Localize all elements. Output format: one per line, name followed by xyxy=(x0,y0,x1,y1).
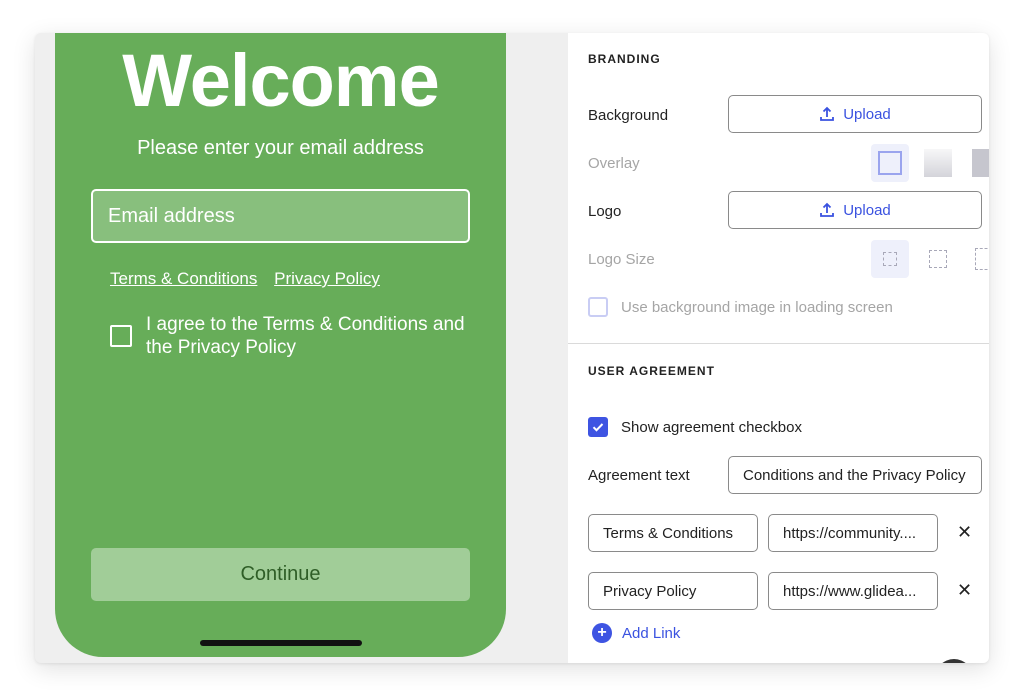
loading-screen-checkbox[interactable] xyxy=(588,297,608,317)
checkmark-icon xyxy=(592,423,604,432)
settings-panel: BRANDING Background Upload Overlay Logo … xyxy=(568,33,989,663)
link-title-field[interactable]: Terms & Conditions xyxy=(588,514,758,552)
email-input[interactable] xyxy=(91,189,470,243)
logo-size-large-option[interactable] xyxy=(967,240,989,278)
link-title-field[interactable]: Privacy Policy xyxy=(588,572,758,610)
user-agreement-section-title: USER AGREEMENT xyxy=(588,364,715,378)
phone-preview: Welcome Please enter your email address … xyxy=(55,33,506,657)
link-url-field[interactable]: https://www.glidea... xyxy=(768,572,938,610)
welcome-title: Welcome xyxy=(122,39,440,122)
remove-link-icon[interactable]: ✕ xyxy=(957,580,972,601)
welcome-subtitle: Please enter your email address xyxy=(137,137,424,159)
show-agreement-checkbox[interactable] xyxy=(588,417,608,437)
upload-icon xyxy=(820,202,835,217)
background-label: Background xyxy=(588,107,669,124)
add-link-button[interactable]: + Add Link xyxy=(592,623,680,643)
upload-icon xyxy=(820,106,835,121)
loading-screen-option[interactable]: Use background image in loading screen xyxy=(588,297,893,317)
agreement-checkbox[interactable] xyxy=(110,325,132,347)
link-url-field[interactable]: https://community.... xyxy=(768,514,938,552)
logo-size-medium-option[interactable] xyxy=(919,240,957,278)
continue-button[interactable]: Continue xyxy=(91,548,470,601)
show-agreement-label: Show agreement checkbox xyxy=(621,418,802,436)
terms-link[interactable]: Terms & Conditions xyxy=(110,269,257,288)
plus-icon: + xyxy=(592,623,612,643)
overlay-label: Overlay xyxy=(588,155,640,172)
logo-label: Logo xyxy=(588,203,622,220)
branding-section-title: BRANDING xyxy=(588,52,661,66)
agreement-row[interactable]: I agree to the Terms & Conditions and th… xyxy=(110,313,470,359)
upload-label: Upload xyxy=(843,105,891,123)
logo-upload-button[interactable]: Upload xyxy=(728,191,982,229)
privacy-link[interactable]: Privacy Policy xyxy=(274,269,380,288)
agreement-text: I agree to the Terms & Conditions and th… xyxy=(146,314,465,358)
agreement-text-field[interactable]: Conditions and the Privacy Policy xyxy=(728,456,982,494)
add-link-label: Add Link xyxy=(622,624,681,642)
upload-label: Upload xyxy=(843,201,891,219)
loading-screen-label: Use background image in loading screen xyxy=(621,298,893,316)
show-agreement-option[interactable]: Show agreement checkbox xyxy=(588,417,802,437)
agreement-text-label: Agreement text xyxy=(588,467,690,484)
home-indicator xyxy=(200,640,362,646)
logo-size-small-option[interactable] xyxy=(871,240,909,278)
app-window: Welcome Please enter your email address … xyxy=(35,33,989,663)
overlay-solid-option[interactable] xyxy=(967,144,989,182)
logo-size-label: Logo Size xyxy=(588,251,655,268)
background-upload-button[interactable]: Upload xyxy=(728,95,982,133)
overlay-gradient-option[interactable] xyxy=(919,144,957,182)
remove-link-icon[interactable]: ✕ xyxy=(957,522,972,543)
legal-links: Terms & Conditions Privacy Policy xyxy=(110,269,392,289)
section-divider xyxy=(568,343,989,344)
overlay-none-option[interactable] xyxy=(871,144,909,182)
